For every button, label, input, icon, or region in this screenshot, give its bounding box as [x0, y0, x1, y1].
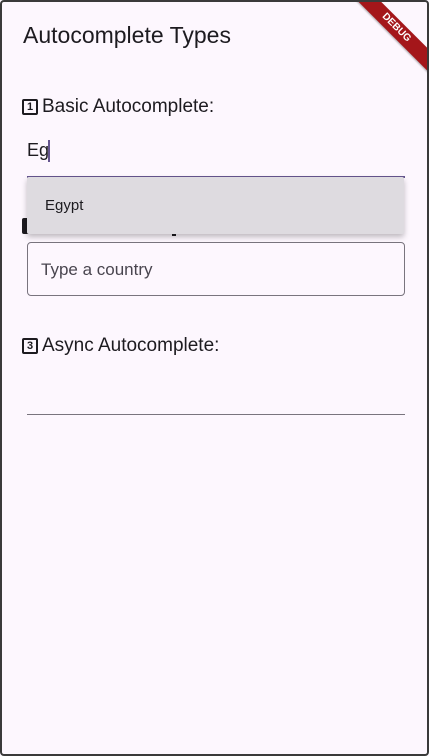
app-bar-title: Autocomplete Types: [23, 22, 231, 48]
section-async-text: Async Autocomplete:: [42, 335, 220, 356]
basic-autocomplete-input[interactable]: Eg: [27, 132, 405, 178]
country-autocomplete-input[interactable]: Type a country: [27, 242, 405, 296]
country-input-placeholder: Type a country: [41, 260, 153, 279]
autocomplete-suggestions: Egypt: [27, 177, 404, 234]
number-three-icon: 3: [22, 338, 38, 354]
app-window: Autocomplete Types DEBUG 1 Basic Autocom…: [0, 0, 429, 756]
async-autocomplete-input[interactable]: [27, 374, 405, 415]
text-caret: [48, 140, 50, 162]
section-async-label: 3 Async Autocomplete:: [22, 335, 219, 357]
suggestion-option-egypt[interactable]: Egypt: [45, 197, 83, 214]
number-one-icon: 1: [22, 99, 38, 115]
debug-banner: DEBUG: [344, 2, 427, 80]
section-basic-label: 1 Basic Autocomplete:: [22, 96, 214, 118]
basic-autocomplete-value: Eg: [27, 140, 50, 160]
section-basic-text: Basic Autocomplete:: [42, 96, 215, 117]
